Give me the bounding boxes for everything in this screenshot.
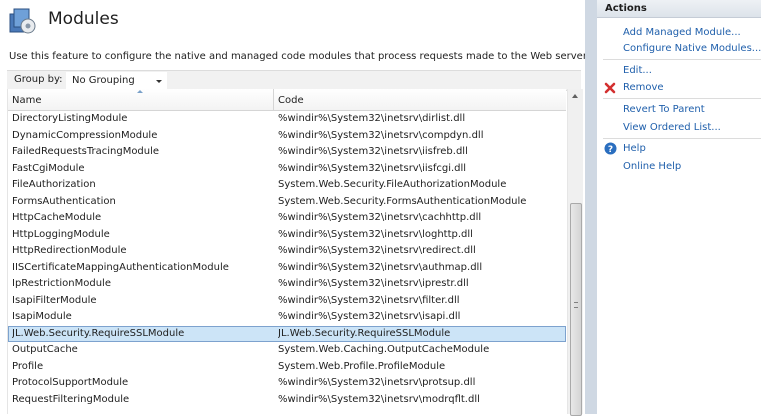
module-name-cell: FileAuthorization <box>12 179 96 190</box>
module-name-cell: IsapiFilterModule <box>12 294 97 306</box>
modules-list: Name Code DirectoryListingModule %windir%… <box>7 89 583 416</box>
module-name-cell: Profile <box>12 360 44 372</box>
svg-text:?: ? <box>608 145 613 155</box>
list-header: Name Code <box>8 89 566 111</box>
grip-icon <box>574 302 578 308</box>
module-name-cell: JL.Web.Security.RequireSSLModule <box>12 327 185 339</box>
module-code-cell: %windir%\System32\inetsrv\iisfreb.dll <box>278 146 468 157</box>
help-link[interactable]: Help <box>623 143 646 154</box>
divider <box>603 138 761 139</box>
module-name-cell: IsapiModule <box>12 311 72 322</box>
module-code-cell: %windir%\System32\inetsrv\redirect.dll <box>278 245 476 256</box>
table-row[interactable]: IISCertificateMappingAuthenticationModul… <box>8 260 566 277</box>
module-code-cell: System.Web.Caching.OutputCacheModule <box>278 344 490 355</box>
module-name-cell: FailedRequestsTracingModule <box>12 146 160 157</box>
group-by-label: Group by: <box>14 74 63 85</box>
module-name-cell: HttpCacheModule <box>12 212 102 223</box>
table-row[interactable]: JL.Web.Security.RequireSSLModule JL.Web.S… <box>8 325 566 342</box>
actions-pane: Actions Add Managed Module... Configure … <box>597 0 761 414</box>
module-name-cell: FormsAuthentication <box>12 195 116 207</box>
vertical-scrollbar[interactable] <box>567 89 583 416</box>
module-name-cell: DirectoryListingModule <box>12 113 128 124</box>
column-header-code[interactable]: Code <box>278 95 304 106</box>
table-row[interactable]: IsapiModule %windir%\System32\inetsrv\isa… <box>8 309 566 326</box>
module-name-cell: HttpRedirectionModule <box>12 245 127 256</box>
table-row[interactable]: Profile System.Web.Profile.ProfileModule <box>8 359 566 376</box>
module-name-cell: IISCertificateMappingAuthenticationModul… <box>12 261 229 273</box>
module-code-cell: %windir%\System32\inetsrv\dirlist.dll <box>278 113 466 124</box>
module-name-cell: RequestFilteringModule <box>12 393 130 405</box>
view-ordered-list-link[interactable]: View Ordered List... <box>623 122 721 133</box>
modules-feature-icon <box>7 6 37 36</box>
list-rows: DirectoryListingModule %windir%\System32\… <box>8 111 566 408</box>
module-name-cell: OutputCache <box>12 344 78 355</box>
module-code-cell: System.Web.Security.FormsAuthenticationM… <box>278 195 527 207</box>
page-title: Modules <box>48 9 119 29</box>
actions-title: Actions <box>605 3 647 14</box>
module-code-cell: System.Web.Profile.ProfileModule <box>278 360 446 372</box>
table-row[interactable]: FileAuthorization System.Web.Security.Fil… <box>8 177 566 194</box>
table-row[interactable]: DynamicCompressionModule %windir%\System3… <box>8 128 566 145</box>
scroll-up-arrow-icon[interactable] <box>572 94 578 98</box>
add-managed-module-link[interactable]: Add Managed Module... <box>623 27 741 38</box>
module-code-cell: System.Web.Security.FileAuthorizationMod… <box>278 179 507 190</box>
pane-splitter[interactable] <box>585 0 597 414</box>
revert-to-parent-link[interactable]: Revert To Parent <box>623 104 705 115</box>
module-code-cell: %windir%\System32\inetsrv\isapi.dll <box>278 311 461 322</box>
module-code-cell: %windir%\System32\inetsrv\iprestr.dll <box>278 278 469 289</box>
modules-pane: Modules Use this feature to configure th… <box>0 0 589 416</box>
module-code-cell: %windir%\System32\inetsrv\cachhttp.dll <box>278 212 482 223</box>
module-name-cell: FastCgiModule <box>12 162 85 174</box>
table-row[interactable]: HttpRedirectionModule %windir%\System32\i… <box>8 243 566 260</box>
module-code-cell: %windir%\System32\inetsrv\loghttp.dll <box>278 228 473 240</box>
actions-header: Actions <box>597 0 761 18</box>
table-row[interactable]: RequestFilteringModule %windir%\System32\… <box>8 392 566 409</box>
module-code-cell: %windir%\System32\inetsrv\filter.dll <box>278 294 460 306</box>
module-name-cell: HttpLoggingModule <box>12 228 110 240</box>
table-row[interactable]: DirectoryListingModule %windir%\System32\… <box>8 111 566 128</box>
module-code-cell: %windir%\System32\inetsrv\compdyn.dll <box>278 129 484 141</box>
table-row[interactable]: HttpLoggingModule %windir%\System32\inets… <box>8 227 566 244</box>
table-row[interactable]: HttpCacheModule %windir%\System32\inetsrv… <box>8 210 566 227</box>
table-row[interactable]: IsapiFilterModule %windir%\System32\inets… <box>8 293 566 310</box>
column-divider[interactable] <box>273 89 274 110</box>
module-code-cell: %windir%\System32\inetsrv\iisfcgi.dll <box>278 162 467 174</box>
module-name-cell: ProtocolSupportModule <box>12 377 129 388</box>
group-by-dropdown[interactable]: No Grouping <box>66 72 167 90</box>
table-row[interactable]: FastCgiModule %windir%\System32\inetsrv\i… <box>8 161 566 178</box>
edit-link[interactable]: Edit... <box>623 65 652 76</box>
help-icon: ? <box>604 142 617 155</box>
module-code-cell: %windir%\System32\inetsrv\modrqflt.dll <box>278 393 480 405</box>
scrollbar-thumb[interactable] <box>570 203 582 416</box>
module-code-cell: JL.Web.Security.RequireSSLModule <box>278 327 451 339</box>
module-name-cell: DynamicCompressionModule <box>12 129 158 141</box>
group-by-toolbar: Group by: No Grouping <box>7 70 581 91</box>
divider <box>603 98 761 99</box>
table-row[interactable]: ProtocolSupportModule %windir%\System32\i… <box>8 375 566 392</box>
column-header-name[interactable]: Name <box>12 95 42 106</box>
group-by-value: No Grouping <box>72 75 135 86</box>
sort-ascending-icon <box>137 90 143 93</box>
table-row[interactable]: OutputCache System.Web.Caching.OutputCach… <box>8 342 566 359</box>
divider <box>603 59 761 60</box>
table-row[interactable]: FormsAuthentication System.Web.Security.F… <box>8 194 566 211</box>
remove-link[interactable]: Remove <box>623 82 664 93</box>
table-row[interactable]: FailedRequestsTracingModule %windir%\Syst… <box>8 144 566 161</box>
module-code-cell: %windir%\System32\inetsrv\authmap.dll <box>278 261 483 273</box>
remove-icon <box>604 82 616 94</box>
configure-native-modules-link[interactable]: Configure Native Modules... <box>623 43 761 54</box>
page-description: Use this feature to configure the native… <box>9 51 590 62</box>
table-row[interactable]: IpRestrictionModule %windir%\System32\ine… <box>8 276 566 293</box>
dropdown-arrow-icon <box>156 80 162 83</box>
module-code-cell: %windir%\System32\inetsrv\protsup.dll <box>278 377 476 388</box>
online-help-link[interactable]: Online Help <box>623 161 681 172</box>
module-name-cell: IpRestrictionModule <box>12 278 111 289</box>
